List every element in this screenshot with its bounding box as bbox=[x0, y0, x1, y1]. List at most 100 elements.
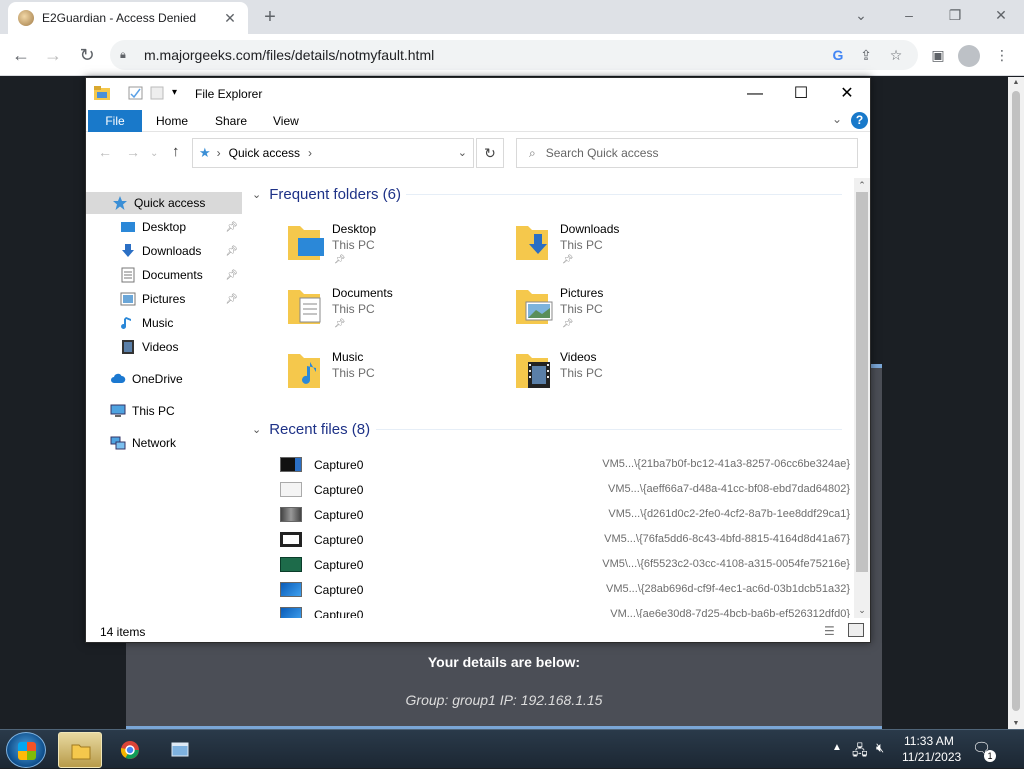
folder-tile-pictures[interactable]: Pictures This PC 📌︎ bbox=[514, 284, 714, 340]
collapse-chevron-icon[interactable]: ⌄ bbox=[252, 423, 261, 436]
scroll-up-arrow-icon[interactable]: ⌃ bbox=[854, 180, 870, 191]
list-item[interactable]: Capture0 VM5...\{aeff66a7-d48a-41cc-bf08… bbox=[280, 478, 850, 503]
list-item[interactable]: Capture0 VM5...\{28ab696d-cf9f-4ec1-ac6d… bbox=[280, 578, 850, 603]
explorer-search-box[interactable]: ⌕ bbox=[516, 138, 858, 168]
pin-icon[interactable]: 📌︎ bbox=[225, 222, 238, 233]
computer-icon bbox=[110, 404, 126, 417]
taskbar-chrome[interactable] bbox=[108, 732, 152, 768]
sidebar-item-network[interactable]: Network bbox=[86, 432, 242, 454]
folder-tile-documents[interactable]: Documents This PC 📌︎ bbox=[286, 284, 486, 340]
breadcrumb-separator-icon[interactable]: › bbox=[308, 146, 312, 160]
tab-search-chevron-icon[interactable]: ⌄ bbox=[838, 0, 884, 30]
content-scrollbar[interactable]: ⌃ ⌄ bbox=[854, 178, 870, 618]
properties-icon[interactable] bbox=[128, 86, 144, 100]
tab-share[interactable]: Share bbox=[215, 110, 247, 132]
forward-button[interactable]: → bbox=[40, 42, 66, 68]
browser-restore-button[interactable]: ❐ bbox=[932, 0, 978, 30]
start-button[interactable] bbox=[6, 732, 46, 768]
scroll-down-arrow-icon[interactable]: ⌄ bbox=[854, 605, 870, 616]
folder-tile-music[interactable]: Music This PC bbox=[286, 348, 486, 404]
profile-avatar[interactable] bbox=[958, 45, 980, 67]
side-panel-icon[interactable]: ▣ bbox=[926, 43, 950, 67]
breadcrumb-separator-icon[interactable]: › bbox=[217, 146, 221, 160]
explorer-minimize-button[interactable]: — bbox=[732, 78, 778, 110]
sidebar-item-desktop[interactable]: Desktop 📌︎ bbox=[86, 216, 242, 238]
page-scrollbar-thumb[interactable] bbox=[1012, 91, 1020, 711]
reload-button[interactable]: ↻ bbox=[74, 42, 100, 68]
navigation-pane: Quick access Desktop 📌︎ Downloads 📌︎ Doc… bbox=[86, 188, 242, 618]
breadcrumb-quick-access[interactable]: Quick access bbox=[229, 146, 300, 160]
pin-icon[interactable]: 📌︎ bbox=[225, 294, 238, 305]
explorer-refresh-button[interactable]: ↻ bbox=[476, 138, 504, 168]
explorer-back-button[interactable]: ← bbox=[98, 144, 112, 160]
bookmark-star-icon[interactable]: ☆ bbox=[884, 47, 908, 64]
share-icon[interactable]: ⇪ bbox=[854, 47, 878, 64]
new-tab-button[interactable]: + bbox=[258, 6, 282, 30]
collapse-chevron-icon[interactable]: ⌄ bbox=[252, 188, 261, 201]
recent-files-header[interactable]: ⌄ Recent files (8) bbox=[252, 419, 370, 439]
sidebar-item-downloads[interactable]: Downloads 📌︎ bbox=[86, 240, 242, 262]
pin-icon[interactable]: 📌︎ bbox=[225, 246, 238, 257]
sidebar-item-quick-access[interactable]: Quick access bbox=[86, 192, 242, 214]
details-view-icon[interactable]: ☰ bbox=[824, 624, 835, 638]
sidebar-item-label: Desktop bbox=[142, 220, 187, 234]
new-folder-icon[interactable] bbox=[150, 86, 166, 100]
frequent-folders-header[interactable]: ⌄ Frequent folders (6) bbox=[252, 184, 401, 204]
tab-file[interactable]: File bbox=[88, 110, 142, 132]
up-one-level-button[interactable]: ↑ bbox=[172, 143, 180, 160]
list-item[interactable]: Capture0 VM...\{ae6e30d8-7d25-4bcb-ba6b-… bbox=[280, 603, 850, 618]
sidebar-item-onedrive[interactable]: OneDrive bbox=[86, 368, 242, 390]
pin-icon[interactable]: 📌︎ bbox=[225, 270, 238, 281]
network-status-icon[interactable]: 🖧︎ bbox=[852, 740, 868, 764]
sidebar-item-this-pc[interactable]: This PC bbox=[86, 400, 242, 422]
scroll-down-arrow-icon[interactable]: ▼ bbox=[1008, 720, 1024, 727]
explorer-title-bar: ▾ File Explorer — ☐ ✕ bbox=[86, 78, 870, 110]
taskbar-window-app[interactable] bbox=[158, 732, 202, 768]
cloud-icon bbox=[111, 373, 126, 383]
expand-ribbon-chevron-icon[interactable]: ⌄ bbox=[832, 112, 842, 126]
scroll-up-arrow-icon[interactable]: ▲ bbox=[1008, 79, 1024, 86]
content-scrollbar-thumb[interactable] bbox=[856, 192, 868, 572]
volume-muted-icon[interactable]: 🔇︎ bbox=[876, 740, 884, 756]
list-item[interactable]: Capture0 VM5...\{21ba7b0f-bc12-41a3-8257… bbox=[280, 453, 850, 478]
folder-name: Documents bbox=[332, 286, 393, 300]
explorer-maximize-button[interactable]: ☐ bbox=[778, 78, 824, 110]
address-bar[interactable]: 🔒︎ m.majorgeeks.com/files/details/notmyf… bbox=[110, 40, 918, 70]
help-icon[interactable]: ? bbox=[851, 112, 868, 129]
sidebar-item-videos[interactable]: Videos bbox=[86, 336, 242, 358]
explorer-forward-button[interactable]: → bbox=[126, 144, 140, 160]
folder-tile-downloads[interactable]: Downloads This PC 📌︎ bbox=[514, 220, 714, 276]
address-dropdown-chevron-icon[interactable]: ⌄ bbox=[458, 146, 467, 159]
browser-tab[interactable]: E2Guardian - Access Denied ✕ bbox=[8, 2, 248, 34]
folder-videos-icon bbox=[516, 354, 550, 388]
sidebar-item-pictures[interactable]: Pictures 📌︎ bbox=[86, 288, 242, 310]
recent-locations-chevron-icon[interactable]: ⌄ bbox=[150, 148, 158, 159]
google-lens-icon[interactable]: G bbox=[828, 47, 848, 63]
browser-close-button[interactable]: ✕ bbox=[978, 0, 1024, 30]
customize-quick-access-icon[interactable]: ▾ bbox=[172, 87, 177, 98]
file-thumbnail-icon bbox=[280, 557, 302, 572]
large-icons-view-icon[interactable] bbox=[848, 623, 864, 637]
tab-close-icon[interactable]: ✕ bbox=[222, 10, 238, 27]
browser-minimize-button[interactable]: – bbox=[886, 0, 932, 30]
explorer-address-bar[interactable]: ★ › Quick access › ⌄ bbox=[192, 138, 474, 168]
list-item[interactable]: Capture0 VM5...\{76fa5dd6-8c43-4bfd-8815… bbox=[280, 528, 850, 553]
folder-tile-desktop[interactable]: Desktop This PC 📌︎ bbox=[286, 220, 486, 276]
explorer-close-button[interactable]: ✕ bbox=[824, 78, 870, 110]
list-item[interactable]: Capture0 VM5...\{d261d0c2-2fe0-4cf2-8a7b… bbox=[280, 503, 850, 528]
browser-tab-strip: E2Guardian - Access Denied ✕ + ⌄ – ❐ ✕ bbox=[0, 0, 1024, 34]
folder-tile-videos[interactable]: Videos This PC bbox=[514, 348, 714, 404]
sidebar-item-label: Downloads bbox=[142, 244, 202, 258]
taskbar-file-explorer[interactable] bbox=[58, 732, 102, 768]
file-thumbnail-icon bbox=[280, 507, 302, 522]
tab-view[interactable]: View bbox=[273, 110, 299, 132]
list-item[interactable]: Capture0 VM5\...\{6f5523c2-03cc-4108-a31… bbox=[280, 553, 850, 578]
back-button[interactable]: ← bbox=[8, 42, 34, 68]
show-hidden-icons-icon[interactable]: ▲ bbox=[832, 742, 842, 753]
tab-home[interactable]: Home bbox=[156, 110, 188, 132]
page-scrollbar[interactable]: ▲ ▼ bbox=[1008, 77, 1024, 729]
chrome-menu-icon[interactable]: ⋮ bbox=[990, 43, 1014, 67]
sidebar-item-music[interactable]: Music bbox=[86, 312, 242, 334]
sidebar-item-documents[interactable]: Documents 📌︎ bbox=[86, 264, 242, 286]
search-input[interactable] bbox=[545, 146, 826, 160]
